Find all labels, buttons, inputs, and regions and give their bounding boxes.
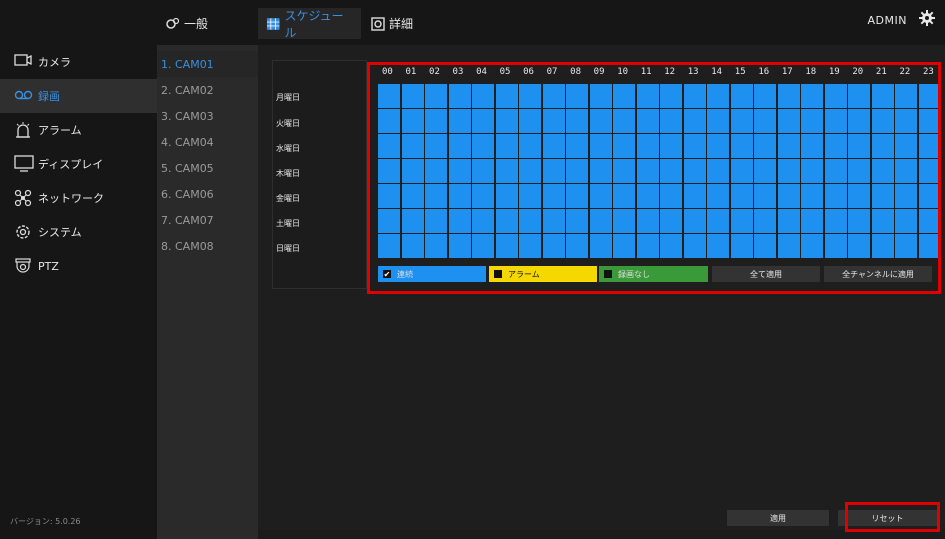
day-label: 水曜日 <box>276 144 300 153</box>
sidebar-item-label: カメラ <box>38 56 71 69</box>
camera-list-item[interactable]: 8. CAM08 <box>157 233 258 259</box>
version-label: バージョン: 5.0.26 <box>10 517 81 526</box>
sidebar-item-label: システム <box>38 226 82 239</box>
sidebar-item-label: ネットワーク <box>38 192 104 205</box>
day-label: 火曜日 <box>276 119 300 128</box>
calendar-icon <box>266 17 280 30</box>
gear-icon[interactable] <box>919 10 935 26</box>
camera-list: 1. CAM01 2. CAM02 3. CAM03 4. CAM04 5. C… <box>157 45 258 539</box>
sidebar-item-system[interactable]: システム <box>0 215 157 249</box>
sidebar-item-label: アラーム <box>38 124 82 137</box>
camera-icon <box>14 54 32 66</box>
camera-list-item[interactable]: 7. CAM07 <box>157 207 258 233</box>
recording-icon <box>14 90 33 100</box>
sidebar-item-label: 録画 <box>38 90 60 103</box>
camera-list-item[interactable]: 1. CAM01 <box>157 51 258 77</box>
day-label: 日曜日 <box>276 244 300 253</box>
day-label: 土曜日 <box>276 219 300 228</box>
detail-icon <box>371 16 385 31</box>
tab-general[interactable]: 一般 <box>158 8 216 39</box>
sidebar-item-label: ディスプレイ <box>38 158 104 171</box>
general-icon <box>166 17 180 29</box>
tab-detail[interactable]: 詳細 <box>363 8 421 39</box>
camera-list-item[interactable]: 2. CAM02 <box>157 77 258 103</box>
tab-detail-label: 詳細 <box>389 17 414 31</box>
sidebar-item-ptz[interactable]: PTZ <box>0 249 157 283</box>
user-name[interactable]: ADMIN <box>868 14 907 27</box>
day-label: 月曜日 <box>276 93 300 102</box>
sidebar-item-network[interactable]: ネットワーク <box>0 181 157 215</box>
camera-list-item[interactable]: 5. CAM05 <box>157 155 258 181</box>
sidebar-item-camera[interactable]: カメラ <box>0 45 157 79</box>
sidebar-item-label: PTZ <box>38 259 59 273</box>
schedule-highlight-box <box>367 62 941 294</box>
ptz-camera-icon <box>15 258 31 273</box>
camera-list-item[interactable]: 4. CAM04 <box>157 129 258 155</box>
camera-list-item[interactable]: 6. CAM06 <box>157 181 258 207</box>
tab-schedule-label: スケジュール <box>284 8 344 40</box>
sidebar-item-display[interactable]: ディスプレイ <box>0 147 157 181</box>
camera-list-item[interactable]: 3. CAM03 <box>157 103 258 129</box>
tab-general-label: 一般 <box>184 17 209 31</box>
reset-highlight-box <box>845 502 940 532</box>
day-label: 金曜日 <box>276 194 300 203</box>
apply-button[interactable]: 適用 <box>727 510 829 526</box>
sidebar: カメラ 録画 アラーム ディスプレイ ネットワーク システム PTZ バージョン… <box>0 45 157 539</box>
system-gear-icon <box>16 225 30 239</box>
top-bar: 一般 スケジュール 詳細 ADMIN <box>0 0 945 45</box>
network-icon <box>14 189 32 207</box>
sidebar-item-alarm[interactable]: アラーム <box>0 113 157 147</box>
sidebar-item-recording[interactable]: 録画 <box>0 79 157 113</box>
day-label: 木曜日 <box>276 169 300 178</box>
alarm-icon <box>16 122 30 138</box>
monitor-icon <box>14 155 34 172</box>
tab-schedule[interactable]: スケジュール <box>258 8 361 40</box>
